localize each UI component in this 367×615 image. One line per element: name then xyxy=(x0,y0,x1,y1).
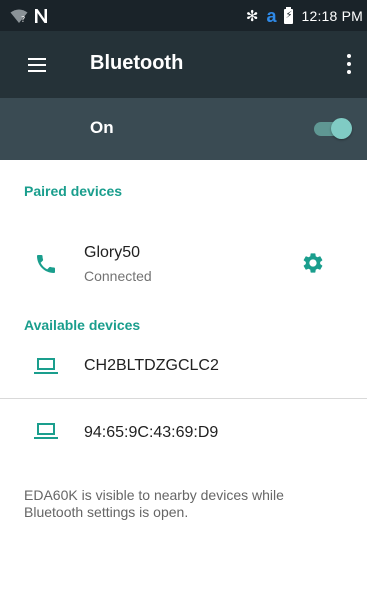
bluetooth-toggle[interactable] xyxy=(314,118,352,140)
status-time: 12:18 PM xyxy=(301,8,363,24)
wifi-question-icon: ? xyxy=(10,9,28,24)
svg-text:?: ? xyxy=(21,15,25,24)
visibility-note: EDA60K is visible to nearby devices whil… xyxy=(24,487,284,520)
n-icon xyxy=(35,9,47,23)
phone-icon xyxy=(37,255,55,273)
bluetooth-master-switch[interactable]: On xyxy=(0,98,367,160)
divider xyxy=(0,398,367,399)
status-right: ✻ a 12:18 PM xyxy=(246,6,363,26)
available-devices-header: Available devices xyxy=(24,317,141,333)
status-bar: ? ✻ a 12:18 PM xyxy=(0,0,367,31)
device-status: Connected xyxy=(84,268,152,284)
more-vert-icon[interactable] xyxy=(347,54,351,74)
hamburger-menu-icon[interactable] xyxy=(28,58,46,72)
status-left: ? xyxy=(10,7,48,25)
gear-icon[interactable] xyxy=(301,251,325,275)
laptop-icon xyxy=(34,423,58,439)
battery-charging-icon xyxy=(284,6,294,24)
device-name: 94:65:9C:43:69:D9 xyxy=(84,424,219,441)
bluetooth-icon: ✻ xyxy=(245,8,259,25)
paired-devices-header: Paired devices xyxy=(24,183,123,199)
toggle-thumb xyxy=(331,118,352,139)
switch-label: On xyxy=(90,118,114,137)
device-name: Glory50 xyxy=(84,244,141,261)
laptop-icon xyxy=(34,358,58,374)
a-app-icon: a xyxy=(266,6,277,26)
app-toolbar: Bluetooth xyxy=(0,31,367,98)
page-title: Bluetooth xyxy=(90,52,184,74)
device-name: CH2BLTDZGCLC2 xyxy=(84,357,219,374)
